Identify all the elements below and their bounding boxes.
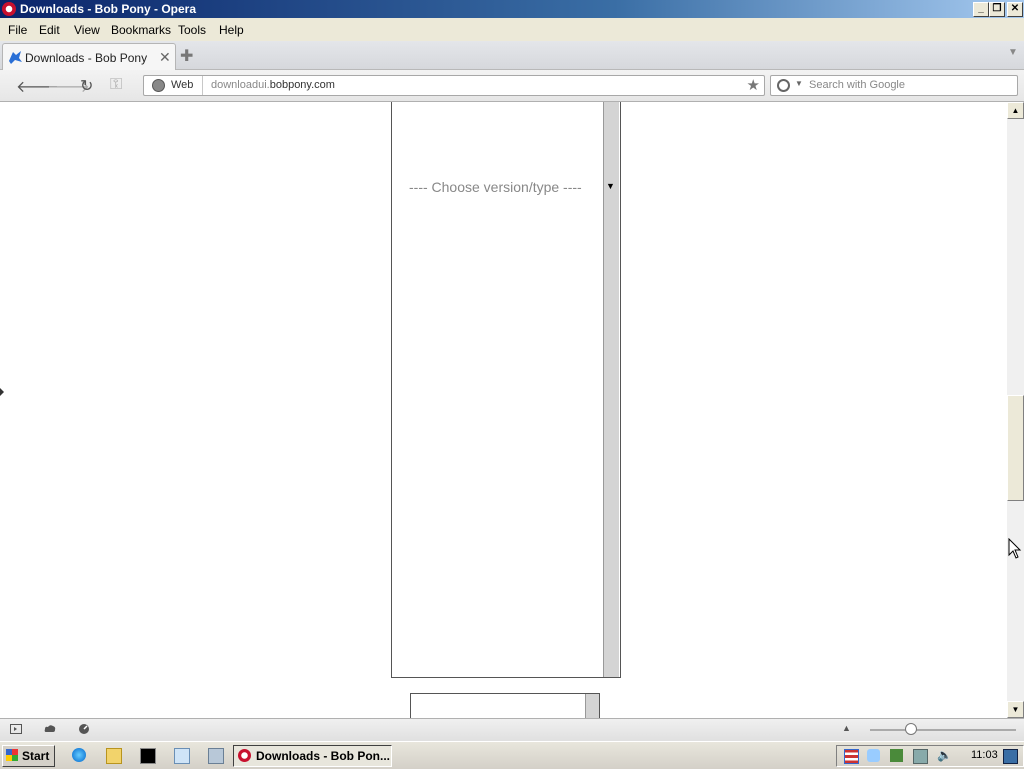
tab-bar: Downloads - Bob Pony ✕ ✚ ▼ xyxy=(0,41,1024,70)
menu-file[interactable]: File xyxy=(8,23,27,37)
new-tab-icon[interactable]: ✚ xyxy=(180,46,193,66)
zoom-slider-track[interactable] xyxy=(870,729,1016,731)
search-placeholder[interactable]: Search with Google xyxy=(809,79,905,91)
bobpony-favicon-icon xyxy=(9,51,22,64)
command-prompt-icon[interactable] xyxy=(140,748,156,764)
scrollbar-thumb[interactable] xyxy=(1007,395,1024,501)
globe-icon xyxy=(152,79,165,92)
zoom-slider-thumb[interactable] xyxy=(905,723,917,735)
start-label: Start xyxy=(22,749,50,763)
close-button[interactable]: ✕ xyxy=(1007,2,1023,17)
taskbar-opera-window-button[interactable]: Downloads - Bob Pon... xyxy=(233,745,392,767)
internet-explorer-icon[interactable] xyxy=(72,748,86,762)
system-tray: 🔈 11:03 xyxy=(836,745,1024,767)
taskbar-window-label: Downloads - Bob Pon... xyxy=(256,749,390,763)
restore-button[interactable]: ❐ xyxy=(989,2,1005,17)
menu-bookmarks[interactable]: Bookmarks xyxy=(111,23,171,37)
minimize-button[interactable]: _ xyxy=(973,2,989,17)
page-content: ---- Choose version/type ---- ▼ xyxy=(0,102,1007,718)
start-button[interactable]: Start xyxy=(2,745,55,767)
opera-icon xyxy=(238,749,251,762)
web-label: Web xyxy=(171,79,194,91)
dropdown-arrow-icon[interactable]: ▼ xyxy=(606,181,615,191)
status-bar: ▲ xyxy=(0,718,1024,741)
bookmark-star-icon[interactable]: ★ xyxy=(747,76,760,94)
volume-icon[interactable]: 🔈 xyxy=(937,749,952,762)
navigation-toolbar: 🡐 🡒 ↻ ⚿ Web downloadui.bobpony.com ★ ▼ S… xyxy=(0,70,1024,102)
url-subdomain: downloadui. xyxy=(211,79,270,91)
url-text[interactable]: downloadui.bobpony.com xyxy=(211,79,335,91)
scroll-up-icon[interactable]: ▲ xyxy=(1007,102,1024,119)
web-badge[interactable]: Web xyxy=(144,76,203,95)
search-engine-dropdown-icon[interactable]: ▼ xyxy=(795,79,803,88)
menu-tools[interactable]: Tools xyxy=(178,23,206,37)
language-flag-icon[interactable] xyxy=(844,749,859,764)
scroll-down-icon[interactable]: ▼ xyxy=(1007,701,1024,718)
taskbar: Start Downloads - Bob Pon... 🔈 11:03 xyxy=(0,741,1024,769)
search-box[interactable]: ▼ Search with Google xyxy=(770,75,1018,96)
window-title: Downloads - Bob Pony - Opera xyxy=(20,2,197,16)
show-desktop-icon[interactable] xyxy=(1003,749,1018,764)
notepad-icon[interactable] xyxy=(174,748,190,764)
title-bar[interactable]: Downloads - Bob Pony - Opera _ ❐ ✕ xyxy=(0,0,1024,18)
panel-toggle-icon[interactable] xyxy=(10,723,22,735)
security-shield-icon[interactable] xyxy=(890,749,903,762)
menu-view[interactable]: View xyxy=(74,23,100,37)
version-select-placeholder: ---- Choose version/type ---- xyxy=(409,179,582,195)
secondary-select-scrollbar[interactable] xyxy=(585,694,599,718)
windows-logo-icon xyxy=(6,749,18,761)
folder-icon[interactable] xyxy=(106,748,122,764)
reload-icon[interactable]: ↻ xyxy=(80,76,93,96)
address-bar[interactable]: Web downloadui.bobpony.com ★ xyxy=(143,75,765,96)
url-domain: bobpony.com xyxy=(269,79,335,91)
opera-unite-cloud-icon[interactable] xyxy=(44,723,56,735)
mouse-cursor-icon xyxy=(1008,538,1022,559)
clock[interactable]: 11:03 xyxy=(971,749,998,761)
version-select[interactable]: ---- Choose version/type ---- ▼ xyxy=(391,102,621,678)
monitor-icon[interactable] xyxy=(913,749,928,764)
key-icon[interactable]: ⚿ xyxy=(110,76,122,94)
tab-label: Downloads - Bob Pony xyxy=(25,51,148,65)
zoom-menu-icon[interactable]: ▲ xyxy=(842,723,851,733)
menu-bar: File Edit View Bookmarks Tools Help xyxy=(0,19,1024,41)
tab-downloads[interactable]: Downloads - Bob Pony ✕ xyxy=(2,43,176,70)
search-icon xyxy=(777,79,790,92)
calculator-icon[interactable] xyxy=(208,748,224,764)
vertical-scrollbar[interactable]: ▲ ▼ xyxy=(1007,102,1024,718)
menu-help[interactable]: Help xyxy=(219,23,244,37)
secondary-select[interactable] xyxy=(410,693,600,718)
opera-turbo-icon[interactable] xyxy=(78,723,90,735)
sidebar-toggle-icon[interactable] xyxy=(0,388,4,396)
network-icon[interactable] xyxy=(867,749,880,762)
opera-icon[interactable] xyxy=(2,2,16,16)
tab-menu-chevron-icon[interactable]: ▼ xyxy=(1008,47,1018,58)
tab-close-icon[interactable]: ✕ xyxy=(159,49,171,66)
menu-edit[interactable]: Edit xyxy=(39,23,60,37)
